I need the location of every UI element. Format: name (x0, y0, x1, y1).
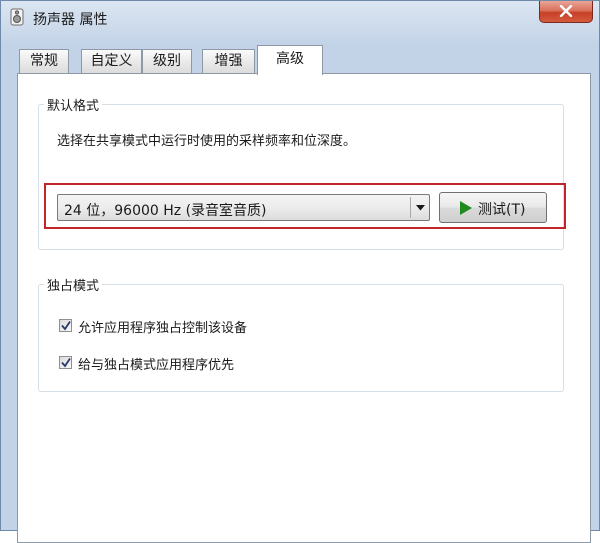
tab-label: 高级 (276, 51, 304, 67)
checkbox[interactable] (59, 356, 72, 369)
checkmark-icon (61, 321, 71, 331)
default-format-description: 选择在共享模式中运行时使用的采样频率和位深度。 (57, 134, 357, 149)
tab-custom[interactable]: 自定义 (81, 49, 142, 73)
tab-label: 增强 (214, 53, 243, 69)
default-format-title: 默认格式 (44, 95, 103, 114)
tab-enhancements[interactable]: 增强 (202, 49, 255, 73)
tab-label: 级别 (153, 53, 181, 69)
close-button[interactable] (539, 1, 593, 23)
speaker-icon (9, 8, 25, 26)
title-bar[interactable]: 扬声器 属性 (1, 1, 599, 33)
checkbox[interactable] (59, 319, 72, 332)
checkbox-label: 允许应用程序独占控制该设备 (78, 321, 248, 336)
properties-window: 扬声器 属性 常规 自定义 级别 增强 高级 默认格式 选择在共享模式中运行时使… (0, 0, 600, 543)
close-icon (559, 5, 573, 17)
tab-levels[interactable]: 级别 (142, 49, 192, 73)
exclusive-mode-title: 独占模式 (44, 275, 103, 294)
tab-general[interactable]: 常规 (19, 49, 69, 73)
highlight-box (44, 183, 566, 229)
window-title: 扬声器 属性 (33, 12, 108, 28)
tab-label: 自定义 (90, 53, 133, 69)
checkmark-icon (61, 358, 71, 368)
tab-label: 常规 (30, 53, 58, 69)
checkbox-label: 给与独占模式应用程序优先 (78, 358, 235, 373)
exclusive-mode-group (38, 284, 564, 392)
tab-advanced[interactable]: 高级 (257, 45, 323, 75)
